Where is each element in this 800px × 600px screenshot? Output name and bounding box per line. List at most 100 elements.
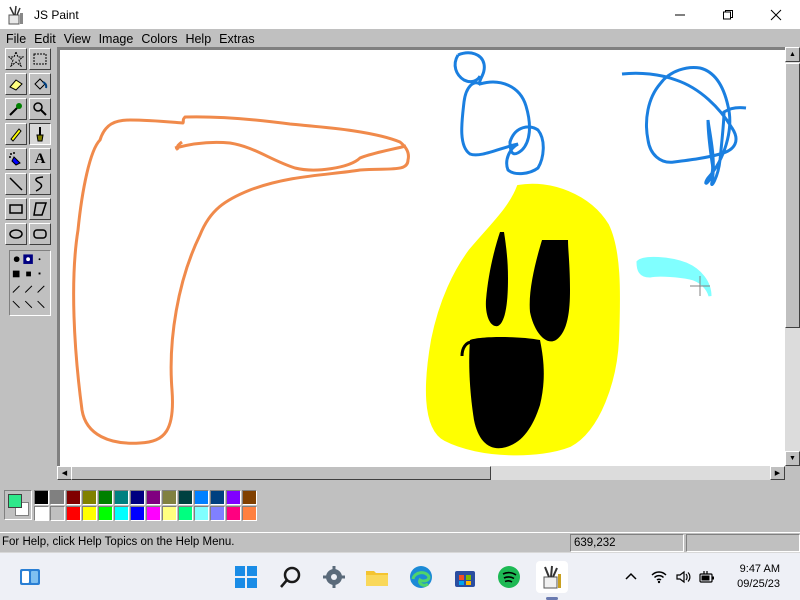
palette-swatch[interactable] [34, 490, 49, 505]
store-button[interactable] [449, 561, 481, 593]
start-button[interactable] [230, 561, 262, 593]
horizontal-scrollbar[interactable]: ◀ ▶ [57, 466, 785, 480]
spotify-button[interactable] [493, 561, 525, 593]
rectangle-tool[interactable] [5, 198, 27, 220]
vertical-scrollbar[interactable]: ▲ ▼ [785, 47, 800, 466]
battery-button[interactable] [698, 568, 716, 586]
menu-view[interactable]: View [60, 32, 95, 46]
show-hidden-icons-button[interactable] [622, 568, 640, 586]
palette-swatch[interactable] [162, 490, 177, 505]
status-help-text: For Help, click Help Topics on the Help … [2, 536, 235, 548]
menu-bar: File Edit View Image Colors Help Extras [0, 29, 800, 48]
select-tool[interactable] [29, 48, 51, 70]
orange-boot-crease [174, 140, 407, 172]
palette-swatch[interactable] [66, 490, 81, 505]
vertical-scroll-thumb[interactable] [785, 63, 800, 328]
primary-color[interactable] [8, 494, 22, 508]
scroll-up-button[interactable]: ▲ [785, 47, 800, 62]
clock-date: 09/25/23 [737, 578, 780, 590]
menu-file[interactable]: File [2, 32, 30, 46]
polygon-tool[interactable] [29, 198, 51, 220]
palette-swatch[interactable] [242, 490, 257, 505]
palette-swatch[interactable] [98, 490, 113, 505]
menu-colors[interactable]: Colors [137, 32, 181, 46]
polygon-icon [33, 202, 48, 216]
pencil-tool[interactable] [5, 123, 27, 145]
file-explorer-button[interactable] [361, 561, 393, 593]
rounded-rectangle-tool[interactable] [29, 223, 51, 245]
palette-swatch[interactable] [146, 506, 161, 521]
text-tool[interactable]: A [29, 148, 51, 170]
palette-swatch[interactable] [50, 490, 65, 505]
blue-scribble-right [621, 66, 747, 186]
minimize-button[interactable] [656, 0, 704, 29]
windows-logo-icon [235, 566, 257, 588]
palette-swatch[interactable] [226, 506, 241, 521]
jspaint-taskbar-button[interactable] [536, 561, 568, 593]
pick-color-tool[interactable] [5, 98, 27, 120]
volume-button[interactable] [674, 568, 692, 586]
palette-swatch[interactable] [210, 506, 225, 521]
fill-tool[interactable] [29, 73, 51, 95]
palette-swatch[interactable] [226, 490, 241, 505]
widgets-button[interactable] [14, 561, 46, 593]
palette-swatch[interactable] [98, 506, 113, 521]
palette-swatch[interactable] [50, 506, 65, 521]
palette-swatch[interactable] [114, 490, 129, 505]
restore-icon [723, 9, 733, 19]
curve-tool[interactable] [29, 173, 51, 195]
edge-button[interactable] [405, 561, 437, 593]
palette-swatch[interactable] [210, 490, 225, 505]
eraser-icon [9, 79, 23, 91]
settings-button[interactable] [318, 561, 350, 593]
drawing-strokes [72, 51, 747, 456]
status-size [686, 534, 800, 552]
chevron-up-icon [625, 572, 637, 580]
menu-image[interactable]: Image [95, 32, 138, 46]
clock[interactable]: 9:47 AM 09/25/23 [737, 562, 780, 592]
airbrush-tool[interactable] [5, 148, 27, 170]
free-form-select-icon [8, 51, 24, 67]
color-palette-bar [0, 482, 800, 530]
menu-edit[interactable]: Edit [30, 32, 60, 46]
magnifier-tool[interactable] [29, 98, 51, 120]
palette-swatch[interactable] [34, 506, 49, 521]
palette-swatch[interactable] [82, 490, 97, 505]
edge-icon [410, 566, 432, 588]
menu-help[interactable]: Help [181, 32, 215, 46]
palette-swatch[interactable] [242, 506, 257, 521]
maximize-button[interactable] [704, 0, 752, 29]
rounded-rectangle-icon [33, 229, 47, 239]
eraser-tool[interactable] [5, 73, 27, 95]
palette-swatch[interactable] [130, 506, 145, 521]
menu-extras[interactable]: Extras [215, 32, 258, 46]
drawing-canvas[interactable] [60, 50, 785, 466]
brush-tool[interactable] [29, 123, 51, 145]
palette-swatch[interactable] [194, 490, 209, 505]
search-button[interactable] [275, 561, 307, 593]
eyedropper-icon [9, 103, 22, 116]
scroll-down-button[interactable]: ▼ [785, 451, 800, 466]
network-button[interactable] [650, 568, 668, 586]
palette-swatch[interactable] [162, 506, 177, 521]
free-form-select-tool[interactable] [5, 48, 27, 70]
palette-swatch[interactable] [82, 506, 97, 521]
scroll-left-button[interactable]: ◀ [57, 466, 72, 480]
window-title: JS Paint [34, 7, 79, 22]
palette-swatch[interactable] [194, 506, 209, 521]
palette-swatch[interactable] [178, 490, 193, 505]
scroll-right-button[interactable]: ▶ [770, 466, 785, 480]
palette-swatch[interactable] [66, 506, 81, 521]
spotify-icon [498, 566, 520, 588]
palette-swatch[interactable] [130, 490, 145, 505]
palette-swatch[interactable] [178, 506, 193, 521]
palette-swatch[interactable] [114, 506, 129, 521]
close-button[interactable] [752, 0, 800, 29]
status-bar: For Help, click Help Topics on the Help … [0, 532, 800, 552]
horizontal-scroll-thumb[interactable] [71, 466, 491, 480]
brush-shape-options[interactable] [10, 251, 50, 315]
line-tool[interactable] [5, 173, 27, 195]
ellipse-tool[interactable] [5, 223, 27, 245]
palette-swatch[interactable] [146, 490, 161, 505]
line-icon [9, 177, 23, 191]
